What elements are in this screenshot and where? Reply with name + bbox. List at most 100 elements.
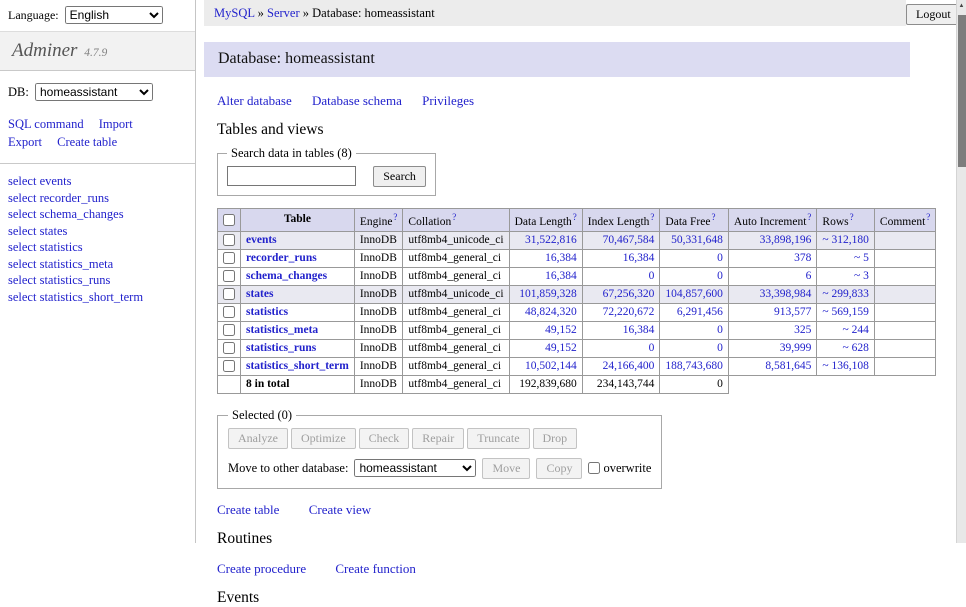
index-length-link[interactable]: 16,384 (623, 252, 655, 264)
create-view-link[interactable]: Create view (309, 502, 371, 517)
sql-command-link[interactable]: SQL command (8, 117, 84, 131)
row-checkbox[interactable] (223, 270, 235, 282)
column-help-link[interactable]: ? (807, 212, 811, 222)
index-length-link[interactable]: 0 (649, 270, 655, 282)
rows-link[interactable]: ~ 136,108 (822, 360, 868, 372)
search-button[interactable]: Search (373, 166, 426, 187)
column-help-link[interactable]: ? (711, 212, 715, 222)
data-length-link[interactable]: 101,859,328 (519, 288, 577, 300)
table-name-link[interactable]: statistics_short_term (246, 360, 349, 372)
table-name-link[interactable]: statistics_meta (246, 324, 318, 336)
database-schema-link[interactable]: Database schema (312, 93, 402, 108)
language-select[interactable]: English (65, 6, 163, 24)
create-function-link[interactable]: Create function (335, 561, 416, 576)
db-select[interactable]: homeassistant (35, 83, 153, 101)
sidebar-table-link[interactable]: select events (8, 173, 187, 190)
sidebar-table-link[interactable]: select statistics_meta (8, 256, 187, 273)
auto-increment-link[interactable]: 33,898,196 (760, 234, 812, 246)
data-free-link[interactable]: 0 (717, 342, 723, 354)
data-length-link[interactable]: 48,824,320 (525, 306, 577, 318)
sidebar-table-link[interactable]: select schema_changes (8, 206, 187, 223)
data-free-link[interactable]: 188,743,680 (665, 360, 723, 372)
move-button[interactable]: Move (482, 458, 530, 479)
column-help-link[interactable]: ? (452, 212, 456, 222)
data-length-link[interactable]: 16,384 (545, 252, 577, 264)
table-name-link[interactable]: recorder_runs (246, 252, 317, 264)
row-checkbox[interactable] (223, 288, 235, 300)
index-length-link[interactable]: 72,220,672 (603, 306, 655, 318)
select-all-checkbox[interactable] (223, 214, 235, 226)
rows-link[interactable]: ~ 3 (854, 270, 869, 282)
table-name-link[interactable]: statistics (246, 306, 288, 318)
row-checkbox[interactable] (223, 252, 235, 264)
privileges-link[interactable]: Privileges (422, 93, 474, 108)
data-free-link[interactable]: 104,857,600 (665, 288, 723, 300)
auto-increment-link[interactable]: 6 (806, 270, 812, 282)
table-name-link[interactable]: schema_changes (246, 270, 327, 282)
data-free-link[interactable]: 0 (717, 324, 723, 336)
breadcrumb-item[interactable]: MySQL (214, 6, 255, 20)
auto-increment-link[interactable]: 913,577 (774, 306, 811, 318)
create-table-link[interactable]: Create table (217, 502, 279, 517)
data-free-link[interactable]: 0 (717, 252, 723, 264)
drop-button[interactable]: Drop (533, 428, 578, 449)
row-checkbox[interactable] (223, 234, 235, 246)
auto-increment-link[interactable]: 33,398,984 (760, 288, 812, 300)
rows-link[interactable]: ~ 5 (854, 252, 869, 264)
row-checkbox[interactable] (223, 306, 235, 318)
auto-increment-link[interactable]: 378 (794, 252, 811, 264)
table-name-link[interactable]: states (246, 288, 273, 300)
data-length-link[interactable]: 49,152 (545, 324, 577, 336)
data-free-link[interactable]: 0 (717, 270, 723, 282)
rows-link[interactable]: ~ 628 (843, 342, 869, 354)
alter-database-link[interactable]: Alter database (217, 93, 292, 108)
index-length-link[interactable]: 0 (649, 342, 655, 354)
index-length-link[interactable]: 70,467,584 (603, 234, 655, 246)
data-length-link[interactable]: 16,384 (545, 270, 577, 282)
move-db-select[interactable]: homeassistant (354, 459, 476, 477)
column-help-link[interactable]: ? (573, 212, 577, 222)
optimize-button[interactable]: Optimize (291, 428, 356, 449)
search-input[interactable] (227, 166, 356, 186)
sidebar-table-link[interactable]: select states (8, 223, 187, 240)
sidebar-table-link[interactable]: select recorder_runs (8, 190, 187, 207)
copy-button[interactable]: Copy (536, 458, 582, 479)
row-checkbox[interactable] (223, 342, 235, 354)
row-checkbox[interactable] (223, 360, 235, 372)
sidebar-table-link[interactable]: select statistics_runs (8, 272, 187, 289)
import-link[interactable]: Import (99, 117, 133, 131)
column-help-link[interactable]: ? (650, 212, 654, 222)
table-name-link[interactable]: statistics_runs (246, 342, 316, 354)
auto-increment-link[interactable]: 325 (794, 324, 811, 336)
rows-link[interactable]: ~ 299,833 (822, 288, 868, 300)
table-name-link[interactable]: events (246, 234, 277, 246)
data-length-link[interactable]: 49,152 (545, 342, 577, 354)
scrollbar[interactable]: ▲ (956, 0, 966, 543)
data-length-link[interactable]: 10,502,144 (525, 360, 577, 372)
row-checkbox[interactable] (223, 324, 235, 336)
overwrite-checkbox[interactable] (588, 462, 600, 474)
data-free-link[interactable]: 50,331,648 (671, 234, 723, 246)
column-help-link[interactable]: ? (393, 212, 397, 222)
sidebar-table-link[interactable]: select statistics_short_term (8, 289, 187, 306)
create-table-link-sidebar[interactable]: Create table (57, 135, 117, 149)
auto-increment-link[interactable]: 8,581,645 (765, 360, 811, 372)
column-help-link[interactable]: ? (926, 212, 930, 222)
rows-link[interactable]: ~ 312,180 (822, 234, 868, 246)
analyze-button[interactable]: Analyze (228, 428, 288, 449)
sidebar-table-link[interactable]: select statistics (8, 239, 187, 256)
index-length-link[interactable]: 24,166,400 (603, 360, 655, 372)
index-length-link[interactable]: 67,256,320 (603, 288, 655, 300)
scrollbar-thumb[interactable] (958, 15, 966, 167)
repair-button[interactable]: Repair (412, 428, 464, 449)
logout-button[interactable]: Logout (906, 4, 961, 25)
rows-link[interactable]: ~ 569,159 (822, 306, 868, 318)
breadcrumb-item[interactable]: Server (267, 6, 300, 20)
auto-increment-link[interactable]: 39,999 (780, 342, 812, 354)
index-length-link[interactable]: 16,384 (623, 324, 655, 336)
column-help-link[interactable]: ? (850, 212, 854, 222)
data-free-link[interactable]: 6,291,456 (677, 306, 723, 318)
check-button[interactable]: Check (359, 428, 410, 449)
data-length-link[interactable]: 31,522,816 (525, 234, 577, 246)
export-link[interactable]: Export (8, 135, 42, 149)
